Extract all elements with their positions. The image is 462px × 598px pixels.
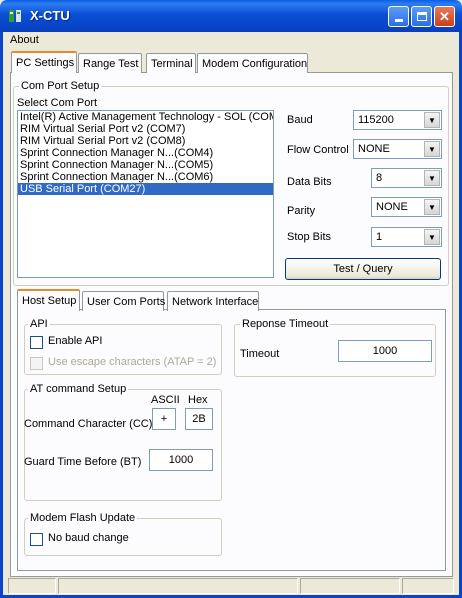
timeout-value: 1000	[372, 345, 398, 357]
tab-range-test[interactable]: Range Test	[78, 53, 142, 73]
timeout-label: Timeout	[240, 348, 280, 360]
tab-modem-configuration[interactable]: Modem Configuration	[197, 53, 308, 73]
parity-label: Parity	[287, 205, 316, 217]
flow-control-value: NONE	[358, 143, 390, 155]
status-cell	[58, 578, 298, 594]
list-item[interactable]: Intel(R) Active Management Technology - …	[18, 111, 273, 123]
list-item[interactable]: Sprint Connection Manager N...(COM6)	[18, 171, 273, 183]
maximize-button[interactable]	[411, 6, 432, 27]
api-group-label: API	[28, 318, 50, 330]
guard-time-field[interactable]: 1000	[149, 449, 213, 471]
cc-hex-value: 2B	[192, 413, 206, 425]
list-item[interactable]: RIM Virtual Serial Port v2 (COM7)	[18, 123, 273, 135]
baud-label: Baud	[287, 114, 313, 126]
data-bits-label: Data Bits	[287, 176, 332, 188]
hex-header: Hex	[188, 394, 208, 406]
chevron-down-icon[interactable]: ▼	[424, 229, 440, 245]
tab-network-interface[interactable]: Network Interface	[167, 291, 259, 311]
com-port-list[interactable]: Intel(R) Active Management Technology - …	[17, 110, 274, 278]
baud-select[interactable]: 115200 ▼	[353, 110, 442, 130]
status-cell	[8, 578, 56, 594]
cc-ascii-field[interactable]: +	[152, 408, 176, 430]
tab-label: PC Settings	[16, 57, 75, 69]
window-title: X-CTU	[30, 8, 70, 23]
command-character-label: Command Character (CC)	[24, 418, 153, 430]
minimize-icon	[394, 19, 403, 22]
data-bits-select[interactable]: 8 ▼	[371, 168, 442, 188]
baud-value: 115200	[358, 114, 394, 126]
tab-label: Host Setup	[22, 295, 77, 307]
tab-label: Range Test	[83, 57, 139, 70]
maximize-icon	[416, 12, 427, 21]
flow-control-label: Flow Control	[287, 144, 349, 156]
chevron-down-icon[interactable]: ▼	[424, 170, 440, 186]
escape-characters-label: Use escape characters (ATAP = 2)	[48, 356, 217, 368]
tab-pc-settings[interactable]: PC Settings	[11, 51, 77, 73]
flow-control-select[interactable]: NONE ▼	[353, 139, 442, 159]
list-item-selected[interactable]: USB Serial Port (COM27)	[18, 183, 273, 195]
status-cell	[402, 578, 454, 594]
tab-label: Terminal	[151, 57, 193, 70]
data-bits-value: 8	[376, 172, 383, 184]
chevron-down-icon[interactable]: ▼	[424, 199, 440, 215]
chevron-down-icon[interactable]: ▼	[424, 112, 440, 128]
stop-bits-value: 1	[376, 231, 383, 243]
at-command-setup-label: AT command Setup	[28, 383, 129, 395]
response-timeout-label: Reponse Timeout	[240, 318, 331, 330]
tab-label: Network Interface	[172, 295, 259, 308]
tab-user-com-ports[interactable]: User Com Ports	[82, 291, 166, 311]
ascii-header: ASCII	[151, 394, 180, 406]
app-icon	[8, 8, 24, 24]
stop-bits-label: Stop Bits	[287, 231, 332, 243]
guard-time-label: Guard Time Before (BT)	[24, 456, 142, 468]
list-item[interactable]: RIM Virtual Serial Port v2 (COM8)	[18, 135, 273, 147]
com-port-setup-label: Com Port Setup	[19, 80, 102, 92]
stop-bits-select[interactable]: 1 ▼	[371, 227, 442, 247]
no-baud-change-checkbox[interactable]	[30, 533, 43, 546]
menu-about[interactable]: About	[10, 34, 39, 46]
enable-api-checkbox[interactable]	[30, 336, 43, 349]
list-item[interactable]: Sprint Connection Manager N...(COM5)	[18, 159, 273, 171]
tab-label: Modem Configuration	[202, 57, 308, 70]
chevron-down-icon[interactable]: ▼	[424, 141, 440, 157]
minimize-button[interactable]	[388, 6, 409, 27]
cc-ascii-value: +	[160, 413, 168, 425]
guard-time-value: 1000	[168, 454, 194, 466]
list-item[interactable]: Sprint Connection Manager N...(COM4)	[18, 147, 273, 159]
enable-api-label: Enable API	[48, 335, 103, 347]
cc-hex-field[interactable]: 2B	[185, 408, 213, 430]
escape-characters-checkbox[interactable]	[30, 357, 43, 370]
parity-select[interactable]: NONE ▼	[371, 197, 442, 217]
test-query-button[interactable]: Test / Query	[285, 258, 441, 280]
parity-value: NONE	[376, 201, 408, 213]
close-button[interactable]: ✕	[434, 6, 455, 27]
status-cell	[300, 578, 400, 594]
close-icon: ✕	[439, 9, 450, 24]
tab-host-setup[interactable]: Host Setup	[17, 289, 80, 311]
timeout-field[interactable]: 1000	[338, 340, 432, 362]
tab-label: User Com Ports	[87, 295, 166, 308]
no-baud-change-label: No baud change	[48, 532, 129, 544]
modem-flash-update-label: Modem Flash Update	[28, 512, 138, 524]
tab-terminal[interactable]: Terminal	[146, 53, 196, 73]
select-com-port-label: Select Com Port	[17, 97, 98, 109]
test-query-label: Test / Query	[333, 263, 393, 275]
